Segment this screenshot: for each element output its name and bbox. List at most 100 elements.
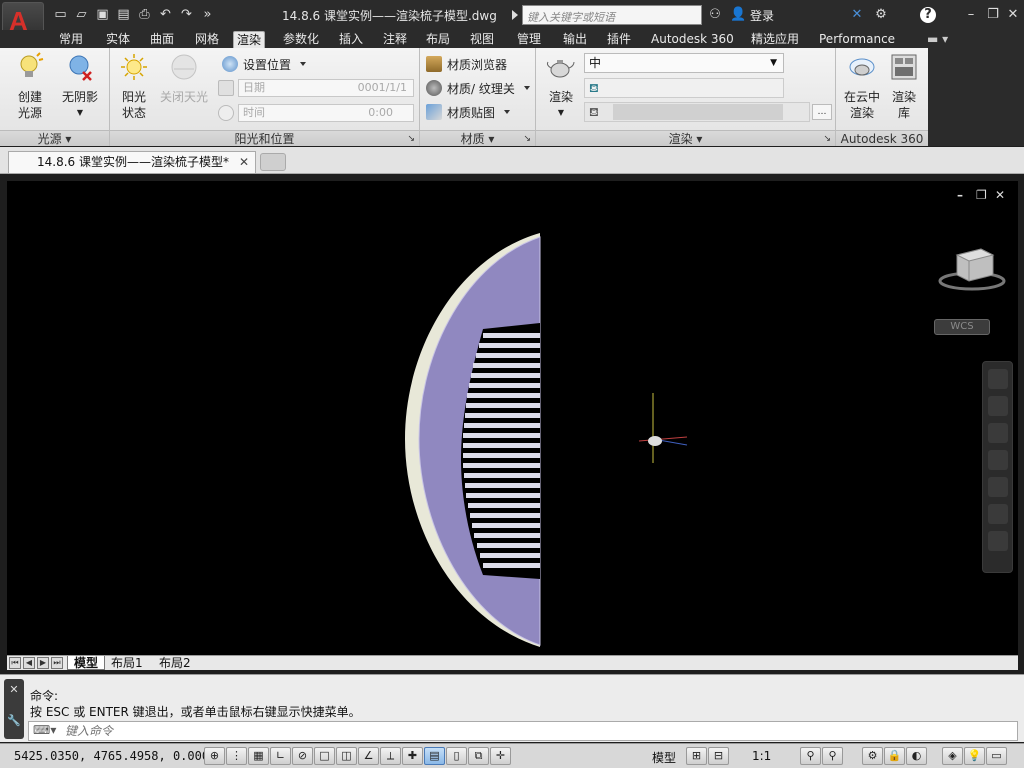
sun-status-button[interactable]: 阳光 状态 bbox=[112, 52, 156, 121]
render-panel-title[interactable]: 渲染 ▾ ↘ bbox=[536, 130, 835, 146]
showmotion-icon[interactable] bbox=[987, 477, 1008, 497]
tab-parametric[interactable]: 参数化 bbox=[280, 31, 322, 48]
model-space-toggle[interactable]: 模型 bbox=[652, 749, 676, 766]
tab-surface[interactable]: 曲面 bbox=[147, 31, 177, 48]
infer-constraints-icon[interactable]: ⊕ bbox=[204, 747, 225, 765]
ortho-mode-icon[interactable]: ∟ bbox=[270, 747, 291, 765]
panel-launcher-icon[interactable]: ↘ bbox=[407, 131, 415, 147]
autodesk360-panel-title[interactable]: Autodesk 360 bbox=[836, 130, 928, 146]
workspace-switching-icon[interactable]: ⚙ bbox=[862, 747, 883, 765]
material-mapping-button[interactable]: 材质贴图 bbox=[426, 102, 511, 122]
binoculars-icon[interactable]: ⚇ bbox=[706, 6, 724, 24]
new-drawing-tab-button[interactable] bbox=[260, 153, 286, 171]
next-layout-icon[interactable]: ▶ bbox=[37, 657, 49, 669]
nav-settings-icon[interactable] bbox=[987, 504, 1008, 524]
3d-object-snap-icon[interactable]: ◫ bbox=[336, 747, 357, 765]
redo-icon[interactable]: ↷ bbox=[178, 7, 195, 23]
drawing-viewport[interactable]: – ❐ ✕ WCS bbox=[7, 181, 1018, 655]
annotation-visibility-icon[interactable]: ⚲ bbox=[800, 747, 821, 765]
quick-view-layouts-icon[interactable]: ⊞ bbox=[686, 747, 707, 765]
wcs-menu-button[interactable]: WCS bbox=[934, 319, 990, 335]
viewport-restore-icon[interactable]: ❐ bbox=[976, 188, 987, 202]
selection-cycling-icon[interactable]: ✛ bbox=[490, 747, 511, 765]
object-snap-tracking-icon[interactable]: ∠ bbox=[358, 747, 379, 765]
tab-layout[interactable]: 布局 bbox=[423, 31, 453, 48]
first-layout-icon[interactable]: ⏮ bbox=[9, 657, 21, 669]
date-field[interactable]: 日期 0001/1/1 bbox=[238, 79, 414, 97]
time-field[interactable]: 时间 0:00 bbox=[238, 104, 414, 122]
tab-insert[interactable]: 插入 bbox=[336, 31, 366, 48]
search-expand-icon[interactable] bbox=[512, 10, 518, 20]
lineweight-icon[interactable]: ▤ bbox=[424, 747, 445, 765]
materials-launcher-icon[interactable]: ↘ bbox=[523, 131, 531, 147]
command-line-handle[interactable]: ✕ 🔧 bbox=[4, 679, 24, 739]
sign-in-link[interactable]: 登录 bbox=[750, 7, 774, 24]
hardware-acceleration-icon[interactable]: ◐ bbox=[906, 747, 927, 765]
pan-icon[interactable] bbox=[987, 396, 1008, 416]
open-folder-icon[interactable]: ▱ bbox=[73, 7, 90, 23]
tab-featured-apps[interactable]: 精选应用 bbox=[748, 31, 802, 48]
command-prompt-icon[interactable]: ⌨▾ bbox=[33, 723, 56, 737]
annotation-scale[interactable]: 1:1 bbox=[752, 749, 771, 763]
render-launcher-icon[interactable]: ↘ bbox=[823, 131, 831, 147]
tab-mesh[interactable]: 网格 bbox=[192, 31, 222, 48]
document-tab[interactable]: 14.8.6 课堂实例——渲染梳子模型* ✕ bbox=[8, 151, 256, 173]
sun-location-panel-title[interactable]: 阳光和位置 ↘ bbox=[110, 130, 419, 146]
viewport-minimize-icon[interactable]: – bbox=[957, 188, 963, 202]
tab-layout1[interactable]: 布局1 bbox=[105, 656, 149, 670]
tab-view[interactable]: 视图 bbox=[467, 31, 497, 48]
tab-annotate[interactable]: 注释 bbox=[380, 31, 410, 48]
grid-display-icon[interactable]: ▦ bbox=[248, 747, 269, 765]
tab-solid[interactable]: 实体 bbox=[103, 31, 133, 48]
create-light-button[interactable]: 创建 光源 bbox=[8, 52, 52, 121]
tab-performance[interactable]: Performance bbox=[816, 31, 898, 48]
command-settings-icon[interactable]: 🔧 bbox=[4, 714, 24, 727]
render-quality-select[interactable]: 中 ▼ bbox=[584, 53, 784, 73]
lights-panel-title[interactable]: 光源 ▾ bbox=[0, 130, 109, 146]
render-gallery-button[interactable]: 渲染 库 bbox=[882, 52, 926, 121]
zoom-icon[interactable] bbox=[987, 423, 1008, 443]
set-location-button[interactable]: 设置位置 bbox=[222, 54, 307, 74]
lock-ui-icon[interactable]: 🔒 bbox=[884, 747, 905, 765]
render-environment-field[interactable]: ⛾ bbox=[584, 78, 784, 98]
command-close-icon[interactable]: ✕ bbox=[4, 683, 24, 696]
snap-mode-icon[interactable]: ⋮ bbox=[226, 747, 247, 765]
render-in-cloud-button[interactable]: 在云中 渲染 bbox=[840, 52, 884, 121]
tab-autodesk360[interactable]: Autodesk 360 bbox=[648, 31, 737, 48]
close-tab-icon[interactable]: ✕ bbox=[239, 152, 249, 172]
materials-panel-title[interactable]: 材质 ▾ ↘ bbox=[420, 130, 535, 146]
transparency-icon[interactable]: ▯ bbox=[446, 747, 467, 765]
auto-scale-icon[interactable]: ⚲ bbox=[822, 747, 843, 765]
render-button[interactable]: 渲染 ▼ bbox=[540, 52, 582, 121]
orbit-icon[interactable] bbox=[987, 450, 1008, 470]
material-texture-toggle[interactable]: 材质/ 纹理关 bbox=[426, 78, 530, 98]
ribbon-toggle-icon[interactable]: ▬ ▾ bbox=[924, 31, 951, 48]
object-snap-icon[interactable]: □ bbox=[314, 747, 335, 765]
save-icon[interactable]: ▣ bbox=[94, 7, 111, 23]
clean-screen-icon[interactable]: ▭ bbox=[986, 747, 1007, 765]
browse-output-button[interactable]: … bbox=[812, 104, 832, 120]
tab-render[interactable]: 渲染 bbox=[233, 31, 266, 48]
print-icon[interactable]: ⎙ bbox=[136, 7, 153, 23]
no-shadow-dropdown-icon[interactable]: ▼ bbox=[58, 105, 102, 121]
dynamic-ucs-icon[interactable]: ⟂ bbox=[380, 747, 401, 765]
minimize-icon[interactable]: – bbox=[962, 6, 980, 24]
new-file-icon[interactable]: ▭ bbox=[52, 7, 69, 23]
render-output-field[interactable]: ⛾ bbox=[584, 102, 810, 122]
render-dropdown-icon[interactable]: ▼ bbox=[540, 105, 582, 121]
dynamic-input-icon[interactable]: ✚ bbox=[402, 747, 423, 765]
quick-view-drawings-icon[interactable]: ⊟ bbox=[708, 747, 729, 765]
qat-more-icon[interactable]: » bbox=[199, 7, 216, 23]
tab-layout2[interactable]: 布局2 bbox=[153, 656, 197, 670]
lightbulb-icon[interactable]: 💡 bbox=[964, 747, 985, 765]
cursor-coordinates[interactable]: 5425.0350, 4765.4958, 0.0000 bbox=[14, 749, 216, 763]
polar-tracking-icon[interactable]: ⊘ bbox=[292, 747, 313, 765]
isolate-objects-icon[interactable]: ◈ bbox=[942, 747, 963, 765]
restore-icon[interactable]: ❐ bbox=[984, 6, 1002, 24]
viewcube[interactable] bbox=[937, 241, 1007, 295]
nav-more-icon[interactable] bbox=[987, 531, 1008, 551]
last-layout-icon[interactable]: ⏭ bbox=[51, 657, 63, 669]
tab-model[interactable]: 模型 bbox=[67, 656, 106, 670]
tab-plugins[interactable]: 插件 bbox=[604, 31, 634, 48]
tab-output[interactable]: 输出 bbox=[560, 31, 590, 48]
